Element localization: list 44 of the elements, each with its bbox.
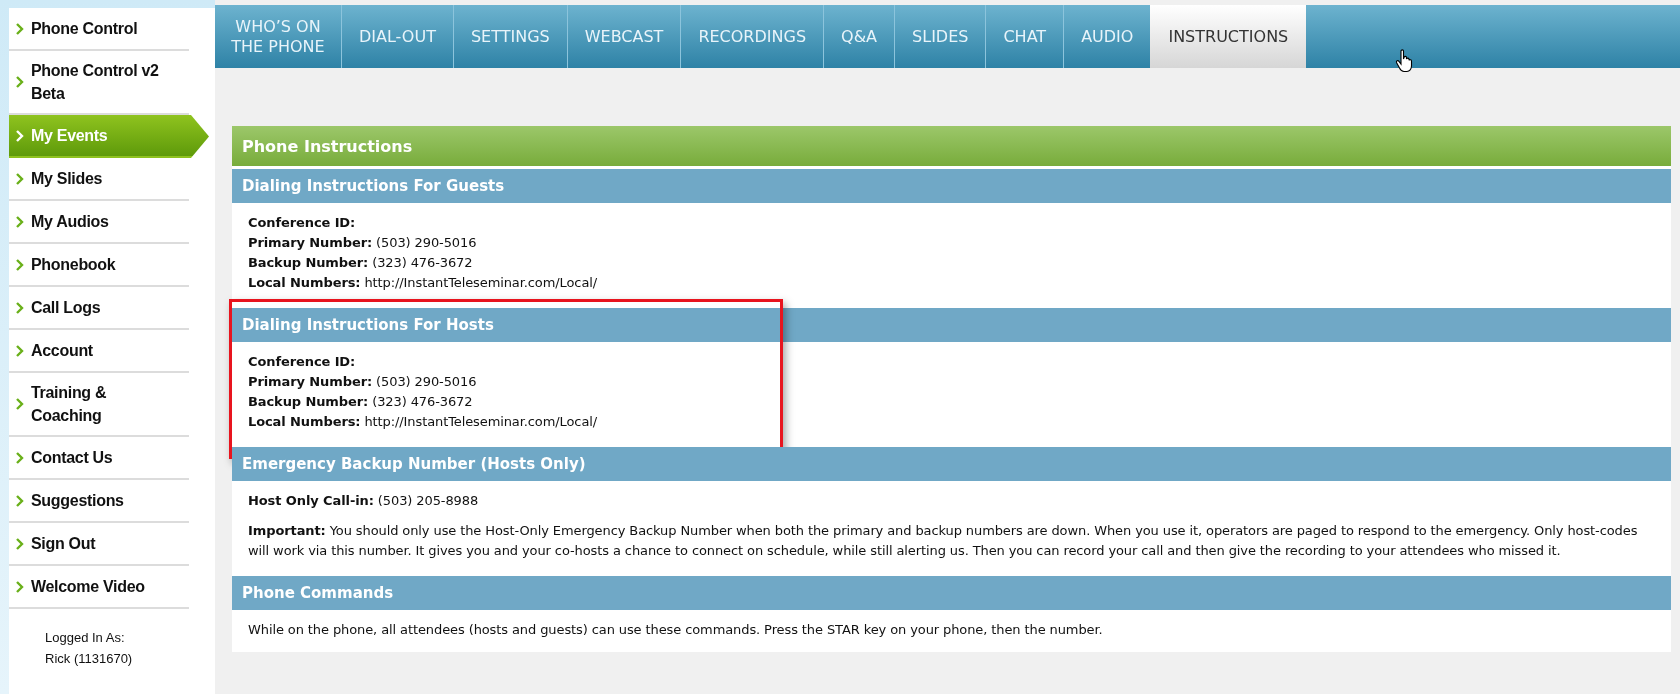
chevron-icon (16, 215, 24, 228)
chevron-icon (16, 172, 24, 185)
section-header: Dialing Instructions For Guests (232, 169, 1671, 203)
chevron-icon (16, 258, 24, 271)
section-header: Dialing Instructions For Hosts (232, 308, 1671, 342)
info-line: Local Numbers: http://InstantTeleseminar.com/Local/ (248, 274, 599, 292)
sidebar-item[interactable]: Call Logs (9, 287, 189, 330)
info-line: Host Only Call-in: (503) 205-8988 (248, 492, 480, 510)
logged-in-user: Rick (1131670) (45, 650, 134, 668)
sidebar-item[interactable]: Phonebook (9, 244, 189, 287)
sidebar-item[interactable]: Phone Control (9, 8, 189, 51)
chevron-icon (16, 301, 24, 314)
section-header: Phone Commands (232, 576, 1671, 610)
info-line: Conference ID: (248, 353, 357, 371)
info-line: Primary Number: (503) 290-5016 (248, 373, 478, 391)
logged-in-label: Logged In As: (45, 629, 126, 647)
chevron-icon (16, 451, 24, 464)
chevron-icon (16, 494, 24, 507)
sidebar-item[interactable]: Account (9, 330, 189, 373)
chevron-icon (16, 537, 24, 550)
chevron-icon (16, 76, 24, 88)
sidebar-item[interactable]: Contact Us (9, 437, 189, 480)
section-header: Emergency Backup Number (Hosts Only) (232, 447, 1671, 481)
hand-cursor-icon (1395, 49, 1415, 73)
info-line: While on the phone, all attendees (hosts and guests) can use these commands. Press the STAR key on your phone, then the number. (248, 621, 1104, 639)
tab[interactable]: INSTRUCTIONS (1150, 5, 1307, 68)
sidebar-item[interactable]: Sign Out (9, 523, 189, 566)
chevron-icon (16, 398, 24, 410)
info-line: Backup Number: (323) 476-3672 (248, 254, 474, 272)
sidebar-item[interactable]: Welcome Video (9, 566, 189, 609)
sidebar-item[interactable]: Training & Coaching (9, 373, 189, 437)
panel-title: Phone Instructions (232, 126, 1671, 166)
info-line: Primary Number: (503) 290-5016 (248, 234, 478, 252)
info-line: Conference ID: (248, 214, 357, 232)
chevron-icon (16, 580, 24, 593)
sidebar-item[interactable]: My Audios (9, 201, 189, 244)
sidebar-item[interactable]: My Slides (9, 158, 189, 201)
info-line: Local Numbers: http://InstantTeleseminar.com/Local/ (248, 413, 599, 431)
chevron-icon (16, 22, 24, 35)
chevron-icon (16, 129, 24, 142)
sidebar-item[interactable]: Suggestions (9, 480, 189, 523)
info-line: Backup Number: (323) 476-3672 (248, 393, 474, 411)
note-paragraph: Important: You should only use the Host-Only Emergency Backup Number when both the primary and backup numbers are down. When you use it, operators are paged to respond to the emergency. Only host-codes will work via this number. It gives you and your co-hosts a chance to connect on schedule, while still alerting us. Then you can record your call and then give the recording to your attendees who missed it. (248, 522, 1639, 560)
chevron-icon (16, 344, 24, 357)
